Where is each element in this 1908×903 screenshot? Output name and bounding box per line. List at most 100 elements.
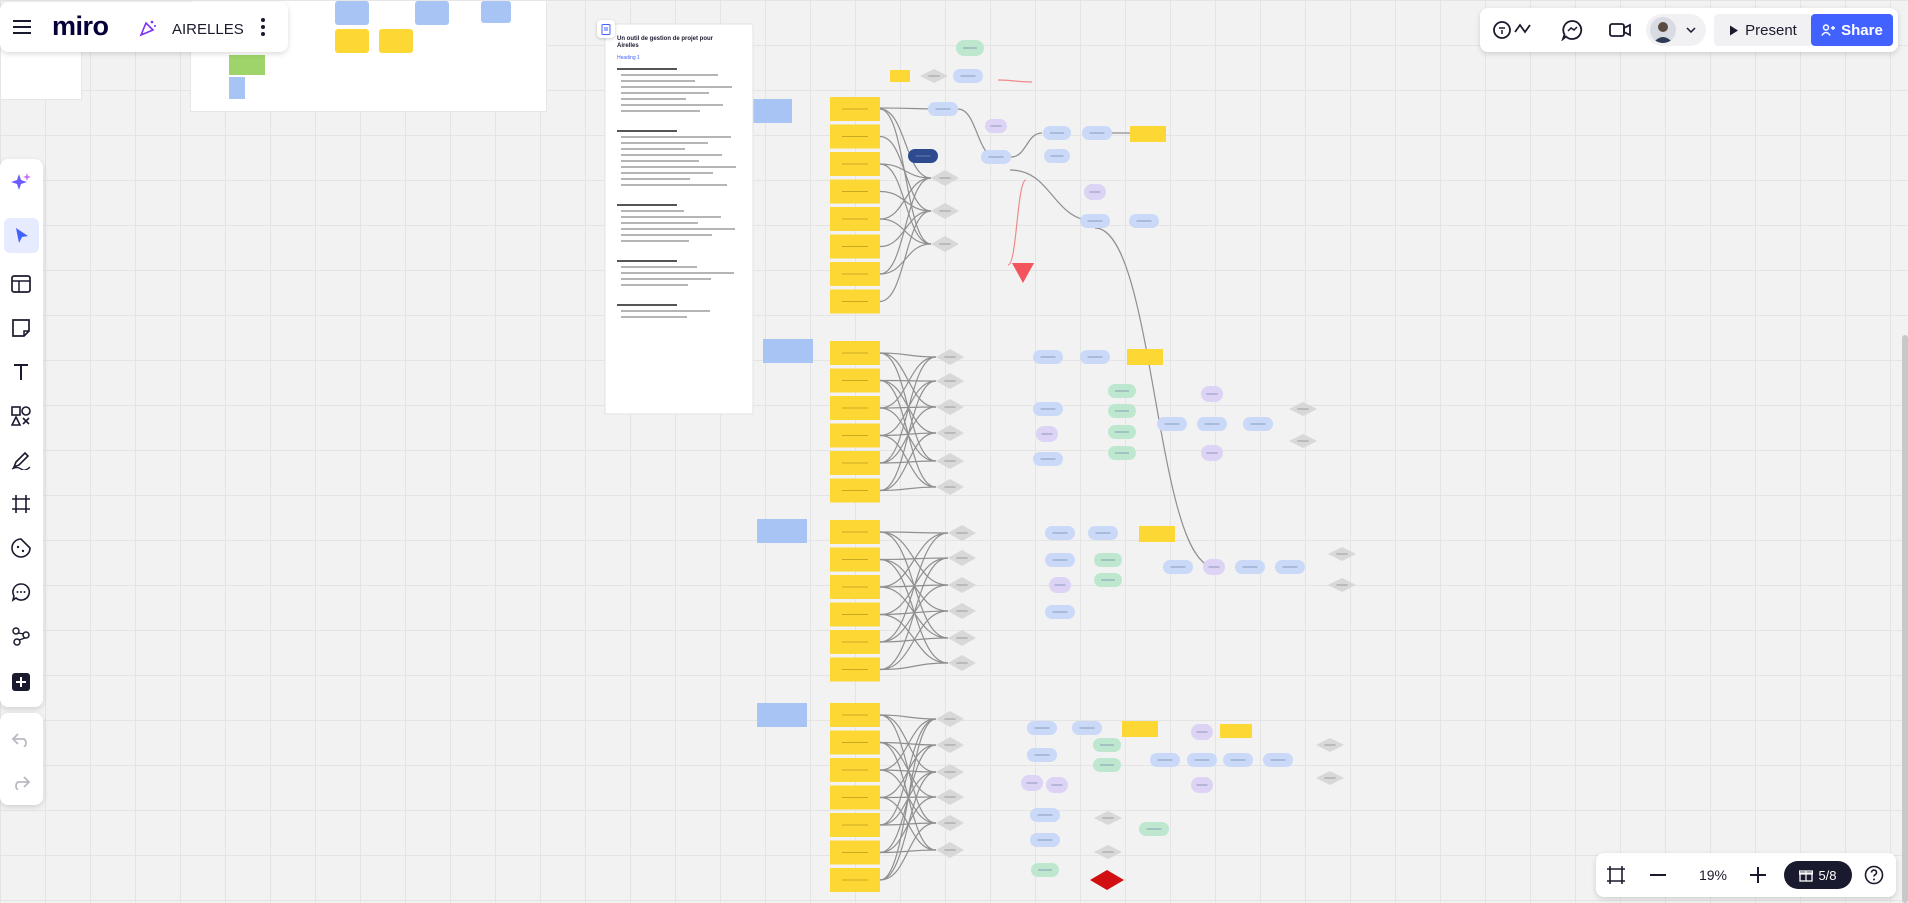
present-label: Present	[1745, 21, 1797, 39]
avatar	[1650, 17, 1676, 43]
red-link-2[interactable]	[997, 79, 1033, 83]
hamburger-icon[interactable]	[10, 15, 34, 39]
sticky-note-icon[interactable]	[7, 314, 35, 342]
doc-line-0-5[interactable]	[621, 98, 686, 100]
section-4-link-4-0[interactable]	[879, 714, 937, 824]
templates-icon[interactable]	[7, 270, 35, 298]
document-icon[interactable]	[597, 20, 615, 38]
left-offscreen-frame[interactable]	[0, 44, 82, 100]
end-diamond[interactable]	[1090, 870, 1124, 890]
sticker-icon[interactable]	[7, 534, 35, 562]
shapes-icon[interactable]	[7, 402, 35, 430]
share-button[interactable]: Share	[1811, 14, 1893, 46]
miro-logo[interactable]: miro	[52, 11, 109, 42]
doc-line-2-1[interactable]	[621, 210, 684, 212]
doc-line-0-6[interactable]	[621, 104, 723, 106]
doc-line-2-4[interactable]	[621, 228, 735, 230]
doc-line-1-7[interactable]	[621, 172, 713, 174]
doc-line-0-3[interactable]	[621, 86, 732, 88]
frame-sticky-blue-small[interactable]	[229, 77, 245, 99]
frame-sticky-blue-1[interactable]	[335, 1, 369, 25]
long-link-5[interactable]	[1009, 169, 1096, 222]
flow-label-sticky-1[interactable]	[1130, 126, 1166, 142]
frame-sticky-yellow-2[interactable]	[379, 29, 413, 53]
flow-label-sticky-4[interactable]	[1122, 721, 1158, 737]
page-counter-button[interactable]: 5/8	[1784, 861, 1852, 889]
section-3-link-0-0[interactable]	[879, 531, 949, 534]
doc-line-3-1[interactable]	[621, 266, 697, 268]
section-2-label-box[interactable]	[763, 339, 813, 363]
section-1-link-2-4[interactable]	[879, 218, 932, 245]
doc-line-1-4[interactable]	[621, 154, 722, 156]
alert-triangle[interactable]	[1012, 263, 1034, 283]
diagram-icon[interactable]	[7, 622, 35, 650]
doc-line-0-1[interactable]	[621, 74, 718, 76]
flow-label-sticky-5[interactable]	[1220, 724, 1252, 738]
doc-line-1-0[interactable]	[617, 130, 677, 132]
plus-icon[interactable]	[1746, 863, 1770, 887]
redo-icon[interactable]	[9, 771, 33, 795]
video-icon[interactable]	[1608, 18, 1632, 42]
shapes-layer	[742, 40, 1356, 892]
fit-screen-icon[interactable]	[1604, 863, 1628, 887]
doc-line-1-3[interactable]	[621, 148, 685, 150]
doc-line-3-2[interactable]	[621, 272, 734, 274]
doc-line-2-6[interactable]	[621, 240, 689, 242]
party-icon	[138, 19, 158, 37]
chat-icon[interactable]	[1560, 18, 1584, 42]
section-4-label-box[interactable]	[757, 703, 807, 727]
comment-icon[interactable]	[7, 578, 35, 606]
frame-icon[interactable]	[7, 490, 35, 518]
doc-line-3-3[interactable]	[621, 278, 711, 280]
doc-line-0-2[interactable]	[621, 80, 695, 82]
doc-line-1-5[interactable]	[621, 160, 699, 162]
avatar-menu[interactable]	[1646, 14, 1706, 46]
help-icon[interactable]	[1862, 863, 1886, 887]
flow-label-sticky-6[interactable]	[890, 70, 910, 82]
doc-line-2-2[interactable]	[621, 216, 721, 218]
doc-line-4-1[interactable]	[621, 310, 710, 312]
doc-line-1-6[interactable]	[621, 166, 736, 168]
doc-line-1-8[interactable]	[621, 178, 690, 180]
cursor-icon[interactable]	[4, 218, 39, 253]
board-canvas[interactable]	[0, 0, 1908, 903]
zoom-level[interactable]: 19%	[1688, 867, 1738, 883]
section-1-link-2-6[interactable]	[879, 243, 932, 275]
doc-line-1-9[interactable]	[621, 184, 727, 186]
flow-label-sticky-3[interactable]	[1139, 526, 1175, 542]
more-vertical-icon[interactable]	[252, 16, 274, 38]
doc-line-0-4[interactable]	[621, 92, 709, 94]
sparkle-icon[interactable]	[7, 169, 35, 197]
frame-sticky-yellow-1[interactable]	[335, 29, 369, 53]
doc-line-4-0[interactable]	[617, 304, 677, 306]
vertical-scrollbar[interactable]	[1902, 335, 1908, 903]
document-card	[604, 23, 754, 415]
doc-line-2-0[interactable]	[617, 204, 677, 206]
frame-sticky-green[interactable]	[229, 55, 265, 75]
section-1-link-0-0[interactable]	[879, 108, 932, 179]
pen-icon[interactable]	[7, 446, 35, 474]
minus-icon[interactable]	[1646, 863, 1670, 887]
add-icon[interactable]	[10, 671, 32, 693]
doc-line-4-2[interactable]	[621, 316, 687, 318]
red-link-1[interactable]	[1007, 179, 1027, 266]
section-3-label-box[interactable]	[757, 519, 807, 543]
doc-line-2-5[interactable]	[621, 234, 712, 236]
doc-line-2-3[interactable]	[621, 222, 698, 224]
doc-line-1-1[interactable]	[621, 136, 731, 138]
frame-sticky-blue-2[interactable]	[415, 1, 449, 25]
text-icon[interactable]	[7, 358, 35, 386]
board-name[interactable]: AIRELLES	[172, 21, 244, 38]
long-link-2[interactable]	[957, 108, 997, 158]
long-link-3[interactable]	[1010, 132, 1043, 158]
frame-sticky-blue-3[interactable]	[481, 1, 511, 23]
reactions-icon[interactable]	[1492, 18, 1538, 42]
doc-line-3-4[interactable]	[621, 284, 688, 286]
present-button[interactable]: Present	[1714, 14, 1812, 46]
doc-line-0-0[interactable]	[617, 68, 677, 70]
doc-line-0-7[interactable]	[621, 110, 700, 112]
doc-line-1-2[interactable]	[621, 142, 708, 144]
flow-label-sticky-2[interactable]	[1127, 349, 1163, 365]
doc-line-3-0[interactable]	[617, 260, 677, 262]
undo-icon[interactable]	[9, 728, 33, 752]
